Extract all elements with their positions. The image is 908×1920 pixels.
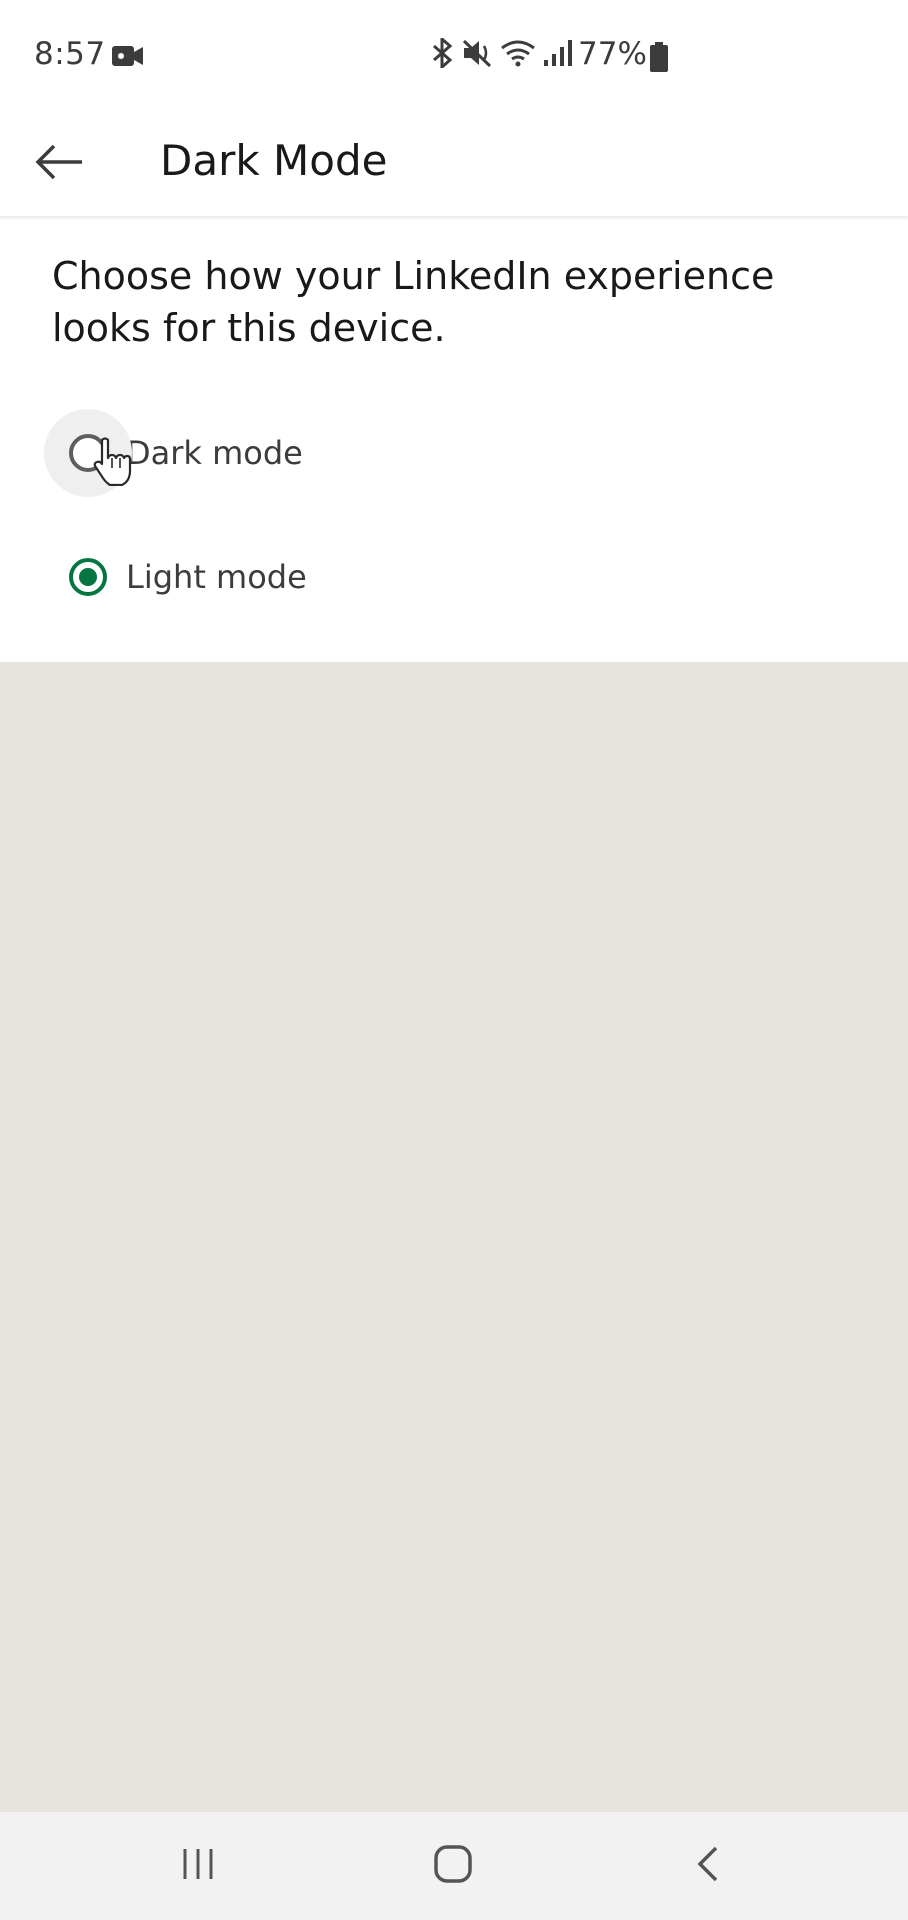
status-icons [430,35,574,72]
wifi-icon [500,38,536,72]
dark-mode-option[interactable]: Dark mode [44,408,864,498]
app-header: Dark Mode [0,110,908,216]
system-nav-bar [0,1812,908,1920]
light-mode-label: Light mode [126,558,307,596]
dark-mode-settings: Choose how your LinkedIn experience look… [0,216,908,662]
signal-icon [542,38,574,72]
recent-apps-icon [180,1847,216,1885]
page-title: Dark Mode [160,136,388,185]
home-button[interactable] [413,1834,493,1898]
arrow-left-icon [34,142,86,186]
battery-icon [650,42,668,76]
screen: 8:57 77% Dark Mode Choose how your Linke… [0,0,908,1920]
hand-cursor-icon [92,436,132,490]
recent-apps-button[interactable] [158,1834,238,1898]
status-bar: 8:57 77% [0,0,908,110]
status-time: 8:57 [34,36,106,72]
light-mode-radio-wrap[interactable] [44,533,132,621]
back-button[interactable] [24,128,96,200]
bluetooth-icon [430,35,456,72]
mute-icon [462,38,494,72]
system-back-button[interactable] [668,1834,748,1898]
description-text: Choose how your LinkedIn experience look… [52,254,775,350]
battery-percent: 77% [578,36,647,72]
video-camera-icon [112,44,144,72]
light-mode-option[interactable]: Light mode [44,532,864,622]
back-icon [694,1844,722,1888]
light-mode-radio[interactable] [69,558,107,596]
dark-mode-label: Dark mode [126,434,303,472]
home-icon [433,1844,473,1888]
